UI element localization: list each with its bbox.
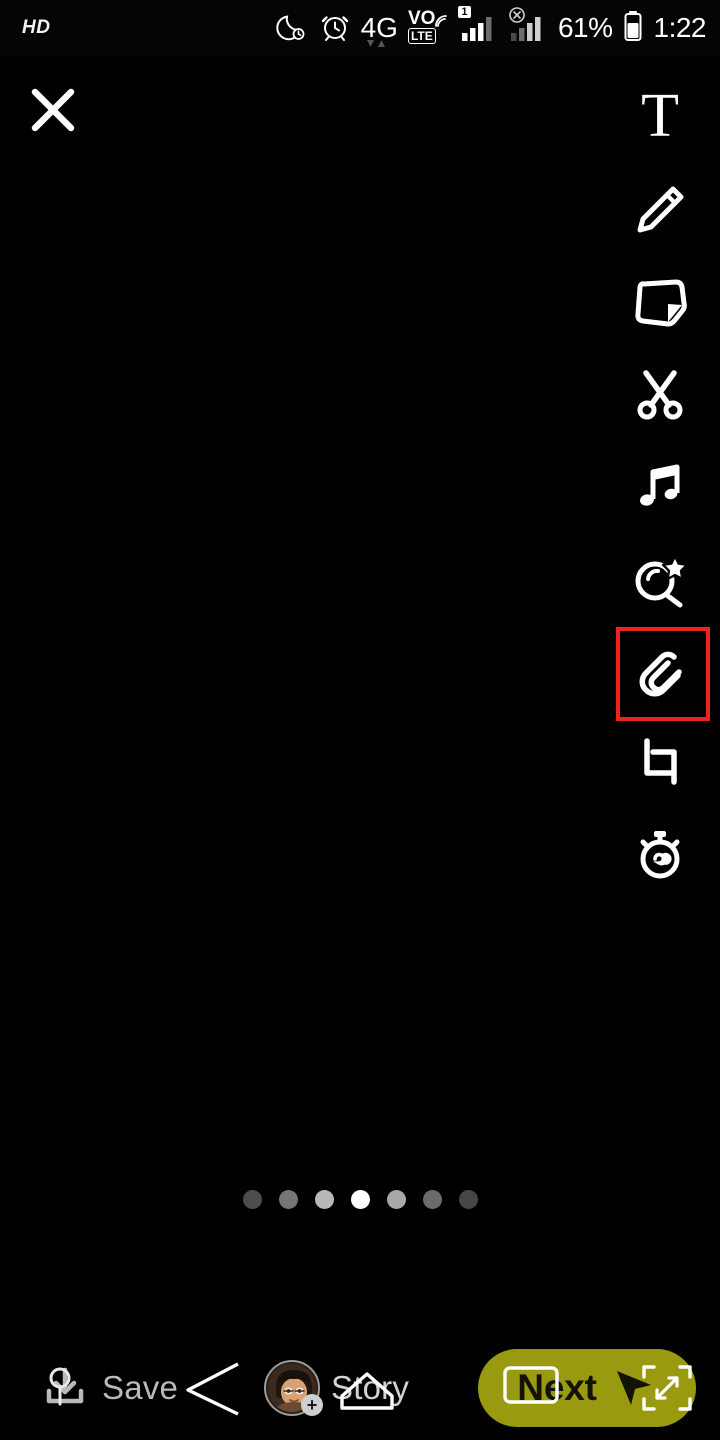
scissors-icon: [637, 370, 683, 420]
pagination-dot[interactable]: [278, 1190, 298, 1209]
pencil-icon: [637, 186, 684, 233]
text-icon: T: [641, 82, 679, 150]
alarm-clock-icon: [318, 9, 352, 48]
save-button[interactable]: Save: [40, 1363, 178, 1413]
pagination-dot-active[interactable]: [350, 1190, 370, 1209]
editing-tool-rail: T: [600, 72, 720, 900]
bottom-action-bar: Save + Story Next: [0, 1336, 720, 1440]
battery-percent-label: 61%: [557, 12, 613, 43]
paperclip-icon: [639, 651, 682, 697]
pagination-dot[interactable]: [386, 1190, 406, 1209]
scan-star-icon: [635, 554, 689, 608]
status-time-label: 1:22: [653, 12, 707, 43]
network-4g-icon: 4G: [361, 14, 398, 47]
next-label: Next: [517, 1367, 597, 1408]
sim1-badge: 1: [457, 5, 471, 18]
volte-vo-label: VO: [407, 8, 436, 29]
scan-tool-button[interactable]: [616, 532, 704, 624]
story-label: Story: [331, 1369, 410, 1406]
signal-bars-sim1-icon: 1: [457, 5, 500, 48]
next-button[interactable]: Next: [478, 1349, 696, 1427]
scissors-tool-button[interactable]: [616, 348, 704, 440]
timer-tool-button[interactable]: [616, 808, 704, 900]
pagination-dot[interactable]: [458, 1190, 478, 1209]
stopwatch-infinity-icon: [640, 831, 680, 879]
volte-lte-label: LTE: [407, 28, 436, 44]
add-to-story-badge: +: [301, 1394, 324, 1416]
music-note-icon: [640, 464, 680, 506]
pagination-dot[interactable]: [314, 1190, 334, 1209]
close-icon: [31, 88, 75, 132]
draw-tool-button[interactable]: [616, 164, 704, 256]
hd-quality-label: HD: [22, 17, 51, 38]
download-save-icon: [46, 1367, 84, 1404]
crop-tool-button[interactable]: [616, 716, 704, 808]
send-arrow-icon: [616, 1371, 651, 1405]
status-bar: HD 4G VO LTE 1 61% 1:22: [0, 0, 720, 56]
crop-icon: [644, 738, 677, 785]
battery-icon: [622, 9, 644, 48]
signal-bars-no-service-icon: [509, 6, 549, 48]
status-bar-right-group: 4G VO LTE 1 61% 1:22: [275, 5, 707, 48]
close-button[interactable]: [27, 84, 79, 136]
music-tool-button[interactable]: [616, 440, 704, 532]
text-tool-button[interactable]: T: [616, 72, 704, 164]
pagination-dot[interactable]: [242, 1190, 262, 1209]
sticker-tool-button[interactable]: [616, 256, 704, 348]
story-avatar-icon: +: [264, 1360, 324, 1416]
save-label: Save: [102, 1369, 179, 1406]
pagination-dots[interactable]: [0, 1190, 720, 1209]
do-not-disturb-moon-icon: [275, 9, 309, 48]
sticker-icon: [635, 279, 687, 327]
story-button[interactable]: + Story: [264, 1360, 409, 1416]
pagination-dot[interactable]: [422, 1190, 442, 1209]
volte-icon: VO LTE: [407, 8, 451, 46]
snapchat-preview-screen: HD 4G VO LTE 1 61% 1:22 T Save + Story N…: [0, 0, 720, 1440]
attach-link-button[interactable]: [616, 624, 710, 721]
